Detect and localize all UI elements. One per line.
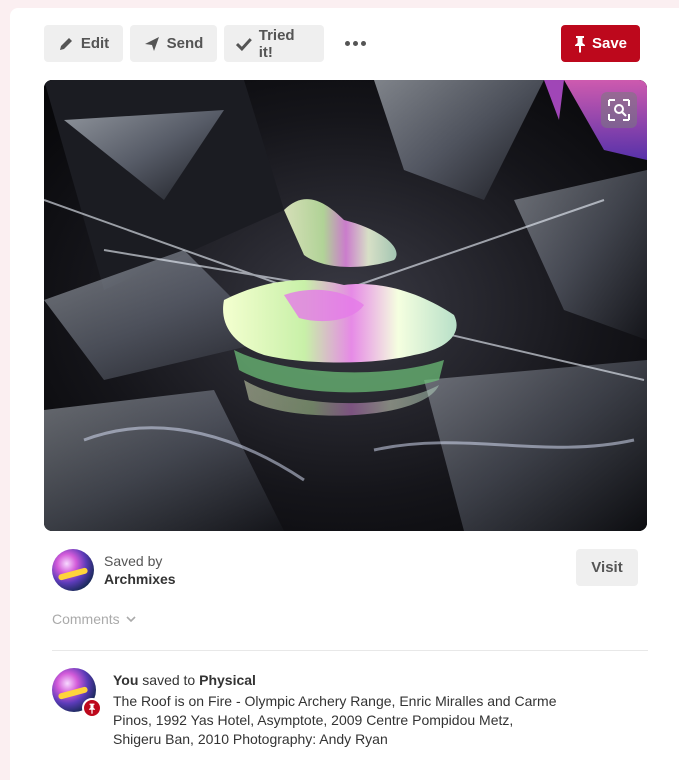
pin-toolbar: Edit Send Tried it! Save: [44, 25, 644, 62]
more-options-button[interactable]: [340, 33, 370, 53]
saved-by-section: Saved by Archmixes: [52, 549, 352, 593]
edit-button[interactable]: Edit: [44, 25, 123, 62]
divider: [52, 650, 648, 651]
activity-headline: You saved to Physical: [113, 672, 256, 688]
pin-description: The Roof is on Fire - Olympic Archery Ra…: [113, 693, 557, 747]
activity-board-link[interactable]: Physical: [199, 672, 256, 688]
visit-button[interactable]: Visit: [576, 549, 638, 586]
iridescent-sculpture-photo: [44, 80, 647, 531]
edit-label: Edit: [80, 35, 110, 52]
lens-overlay: [601, 92, 637, 128]
tried-it-label: Tried it!: [258, 26, 295, 61]
saved-by-label: Saved by: [104, 553, 163, 569]
pushpin-icon: [574, 35, 585, 53]
tried-it-button[interactable]: Tried it!: [224, 25, 324, 62]
comments-label: Comments: [52, 611, 120, 627]
checkmark-icon: [236, 37, 252, 51]
save-button[interactable]: Save: [561, 25, 640, 62]
paper-plane-icon: [144, 36, 159, 51]
activity-user[interactable]: You: [113, 672, 138, 688]
save-label: Save: [591, 35, 628, 52]
saver-avatar[interactable]: [52, 549, 94, 591]
send-label: Send: [166, 35, 204, 52]
pin-card: Edit Send Tried it! Save Saved by Archmi…: [10, 8, 679, 780]
ellipsis-icon: [344, 40, 350, 46]
chevron-down-icon: [126, 616, 136, 622]
pencil-icon: [59, 37, 72, 50]
saver-name-link[interactable]: Archmixes: [104, 571, 176, 587]
send-button[interactable]: Send: [130, 25, 217, 62]
comments-toggle[interactable]: Comments: [52, 611, 136, 627]
pin-badge-icon: [82, 698, 102, 718]
activity-action: saved to: [142, 672, 196, 688]
pin-image[interactable]: [44, 80, 647, 531]
